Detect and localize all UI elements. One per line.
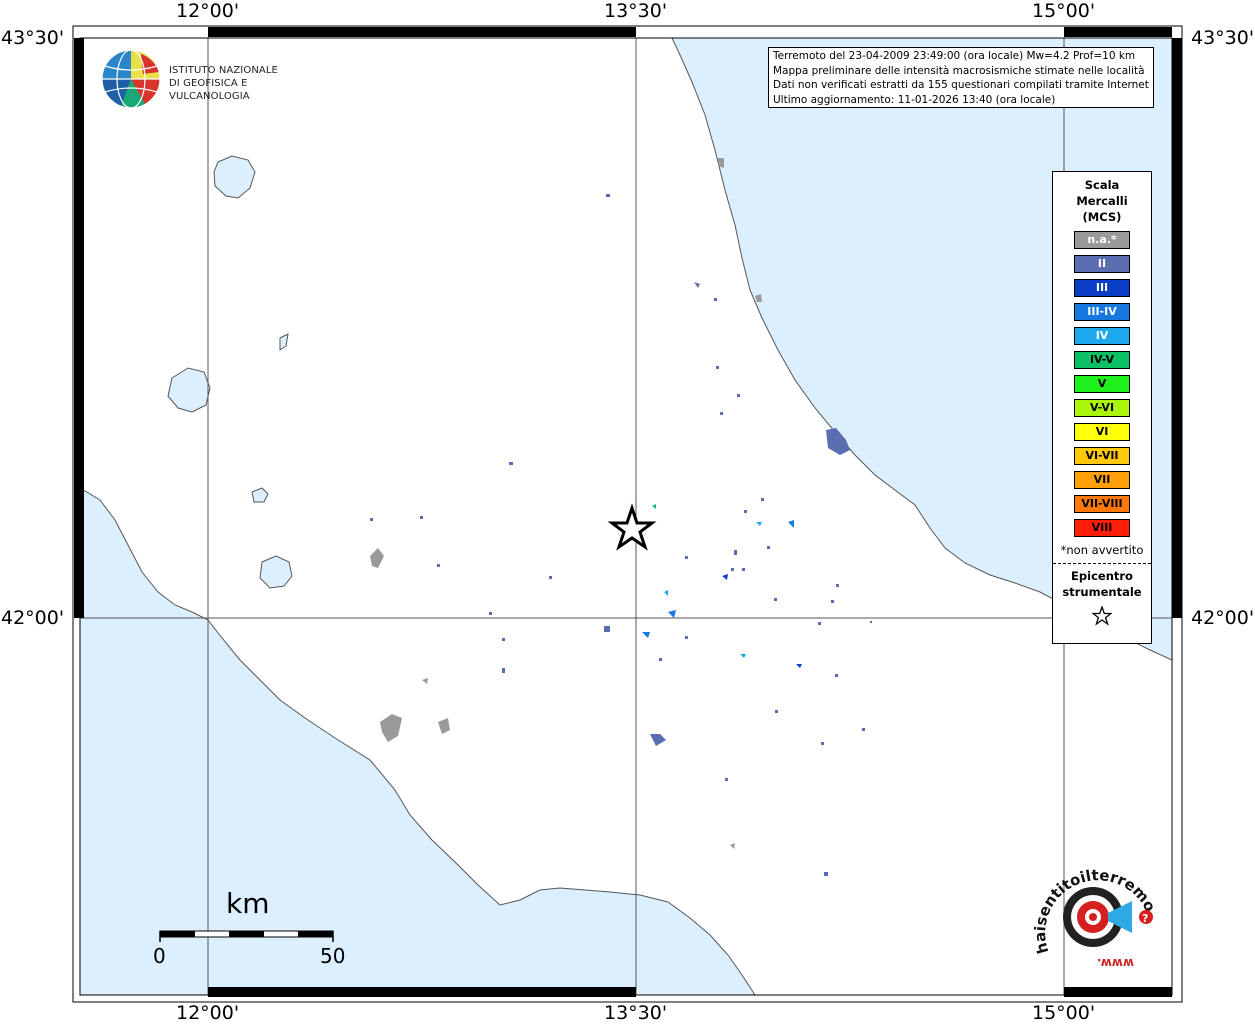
legend-item-12: VIII	[1074, 519, 1130, 537]
lon-label-13-30-bottom: 13°30'	[604, 1002, 668, 1024]
lon-label-15: 15°00'	[1032, 0, 1096, 22]
lat-label-42-left: 42°00'	[1, 607, 65, 629]
legend-item-5: IV-V	[1074, 351, 1130, 369]
legend-items: n.a.* II III III-IV IV IV-V V V-VI VI VI-VII VII VI…	[1053, 231, 1151, 537]
intensity-legend: Scala Mercalli (MCS) n.a.* II III III-IV IV I…	[1052, 171, 1152, 644]
legend-note: *non avvertito	[1060, 543, 1144, 557]
legend-epicenter-line-2: strumentale	[1062, 585, 1142, 599]
globe-icon	[101, 49, 161, 109]
legend-item-10: VII	[1074, 471, 1130, 489]
legend-item-0: n.a.*	[1074, 231, 1130, 249]
scale-bar-unit: km	[226, 887, 270, 920]
event-info-line-1: Terremoto del 23-04-2009 23:49:00 (ora l…	[773, 50, 1136, 62]
haisentito-www: www.	[1097, 956, 1134, 970]
legend-title-line-2: Mercalli	[1076, 194, 1128, 208]
legend-item-2: III	[1074, 279, 1130, 297]
legend-title: Scala Mercalli (MCS)	[1053, 177, 1151, 225]
event-info-box: Terremoto del 23-04-2009 23:49:00 (ora l…	[768, 47, 1154, 108]
lon-label-13-30: 13°30'	[604, 0, 668, 22]
legend-title-line-3: (MCS)	[1082, 210, 1122, 224]
lon-label-12-bottom: 12°00'	[176, 1002, 240, 1024]
legend-item-9: VI-VII	[1074, 447, 1130, 465]
scale-bar-max: 50	[320, 944, 346, 968]
legend-item-1: II	[1074, 255, 1130, 273]
logo-line-2: DI GEOFISICA E VULCANOLOGIA	[169, 78, 250, 102]
ingv-logo: ISTITUTO NAZIONALE DI GEOFISICA E VULCAN…	[101, 46, 321, 110]
legend-item-6: V	[1074, 375, 1130, 393]
legend-item-3: III-IV	[1074, 303, 1130, 321]
lon-label-15-bottom: 15°00'	[1032, 1002, 1096, 1024]
legend-item-7: V-VI	[1074, 399, 1130, 417]
legend-item-11: VII-VIII	[1074, 495, 1130, 513]
event-info-line-2: Mappa preliminare delle intensità macros…	[773, 64, 1145, 77]
legend-divider	[1053, 563, 1151, 564]
legend-epicenter-label: Epicentro strumentale	[1053, 568, 1151, 600]
logo-line-1: ISTITUTO NAZIONALE	[169, 65, 278, 76]
lat-label-42-right: 42°00'	[1191, 607, 1255, 629]
lat-label-43-30-right: 43°30'	[1191, 27, 1255, 49]
legend-epicenter-line-1: Epicentro	[1071, 569, 1133, 583]
legend-item-8: VI	[1074, 423, 1130, 441]
legend-title-line-1: Scala	[1084, 178, 1120, 192]
legend-star-icon	[1053, 605, 1151, 630]
event-info-line-4: Ultimo aggiornamento: 11-01-2026 13:40 (…	[773, 93, 1056, 106]
lon-label-12: 12°00'	[176, 0, 240, 22]
legend-item-4: IV	[1074, 327, 1130, 345]
haisentito-logo: haisentitoilterremoto.it www. ?	[1023, 841, 1163, 975]
lat-label-43-30-left: 43°30'	[1, 27, 65, 49]
event-info-line-3: Dati non verificati estratti da 155 ques…	[773, 79, 1149, 91]
svg-text:?: ?	[1142, 912, 1148, 925]
scale-bar-min: 0	[153, 944, 166, 968]
locality-ii	[604, 626, 610, 632]
